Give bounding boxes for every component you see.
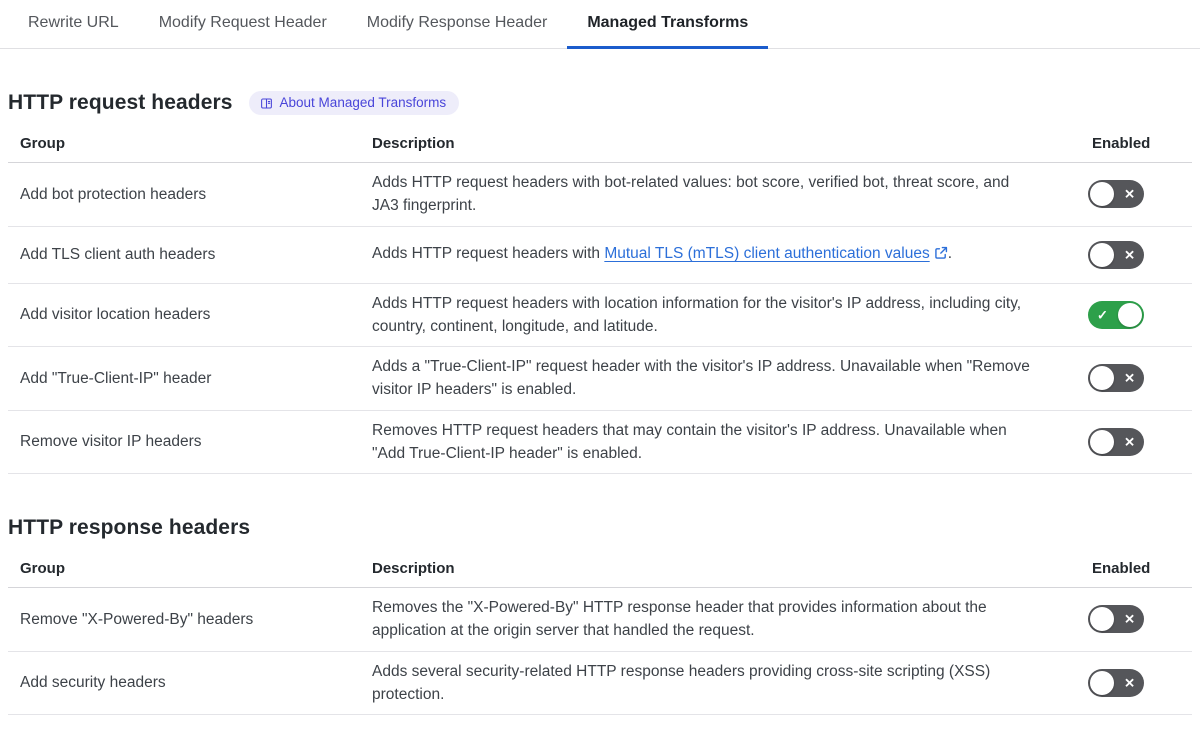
tab-managed-transforms[interactable]: Managed Transforms	[567, 0, 769, 49]
row-group-label: Remove "X-Powered-By" headers	[20, 610, 254, 628]
tab-modify-request-header[interactable]: Modify Request Header	[139, 0, 347, 49]
description-text: Adds HTTP request headers with	[372, 244, 605, 262]
book-icon	[260, 97, 273, 110]
table-row: Add "True-Client-IP" header Adds a "True…	[8, 347, 1192, 411]
toggle-remove-x-powered-by-headers[interactable]: ✓ ✕	[1088, 605, 1144, 634]
badge-label: About Managed Transforms	[279, 95, 447, 111]
column-header-enabled: Enabled	[1092, 135, 1151, 153]
x-icon: ✕	[1124, 186, 1135, 202]
tab-rewrite-url[interactable]: Rewrite URL	[8, 0, 139, 49]
row-description: Removes HTTP request headers that may co…	[372, 421, 1007, 462]
toggle-knob	[1090, 242, 1114, 267]
column-header-description: Description	[372, 135, 455, 153]
request-section-title: HTTP request headers	[8, 91, 233, 114]
row-description: Adds several security-related HTTP respo…	[372, 662, 991, 703]
table-header-row: Group Description Enabled	[8, 127, 1192, 163]
table-header-row: Group Description Enabled	[8, 552, 1192, 588]
row-description: Adds HTTP request headers with location …	[372, 294, 1022, 335]
row-group-label: Add "True-Client-IP" header	[20, 369, 212, 387]
table-row: Add visitor location headers Adds HTTP r…	[8, 284, 1192, 347]
toggle-add-tls-client-auth-headers[interactable]: ✓ ✕	[1088, 240, 1144, 269]
tab-bar: Rewrite URL Modify Request Header Modify…	[0, 0, 1200, 49]
toggle-add-bot-protection-headers[interactable]: ✓ ✕	[1088, 180, 1144, 209]
toggle-knob	[1090, 607, 1114, 632]
x-icon: ✕	[1124, 370, 1135, 386]
external-link-icon[interactable]	[934, 244, 948, 267]
toggle-remove-visitor-ip-headers[interactable]: ✓ ✕	[1088, 427, 1144, 456]
table-row: Remove "X-Powered-By" headers Removes th…	[8, 588, 1192, 652]
about-managed-transforms-badge[interactable]: About Managed Transforms	[248, 91, 460, 115]
toggle-knob	[1118, 302, 1142, 327]
x-icon: ✕	[1124, 247, 1135, 262]
toggle-knob	[1090, 670, 1114, 695]
toggle-knob	[1090, 366, 1114, 391]
mtls-docs-link[interactable]: Mutual TLS (mTLS) client authentication …	[604, 245, 929, 262]
tab-modify-response-header[interactable]: Modify Response Header	[347, 0, 568, 49]
toggle-add-security-headers[interactable]: ✓ ✕	[1088, 668, 1144, 697]
row-description: Adds a "True-Client-IP" request header w…	[372, 358, 1030, 399]
table-row: Add bot protection headers Adds HTTP req…	[8, 163, 1192, 227]
response-headers-table: Group Description Enabled Remove "X-Powe…	[8, 552, 1192, 715]
check-icon: ✓	[1097, 307, 1108, 323]
description-text: .	[947, 244, 953, 262]
toggle-add-true-client-ip-header[interactable]: ✓ ✕	[1088, 364, 1144, 393]
row-description: Adds HTTP request headers with bot-relat…	[372, 174, 1010, 215]
x-icon: ✕	[1124, 675, 1135, 691]
request-headers-table: Group Description Enabled Add bot protec…	[8, 127, 1192, 474]
table-row: Remove visitor IP headers Removes HTTP r…	[8, 411, 1192, 474]
x-icon: ✕	[1124, 434, 1135, 450]
row-group-label: Add visitor location headers	[20, 306, 211, 324]
response-section-header: HTTP response headers	[8, 516, 1192, 540]
toggle-add-visitor-location-headers[interactable]: ✓ ✕	[1088, 300, 1144, 329]
column-header-group: Group	[20, 560, 65, 578]
row-group-label: Add bot protection headers	[20, 185, 207, 203]
row-group-label: Add TLS client auth headers	[20, 245, 216, 263]
toggle-knob	[1090, 182, 1114, 207]
row-group-label: Remove visitor IP headers	[20, 433, 202, 451]
table-row: Add TLS client auth headers Adds HTTP re…	[8, 227, 1192, 284]
row-description: Adds HTTP request headers with Mutual TL…	[360, 242, 1080, 267]
column-header-group: Group	[20, 135, 65, 153]
response-section-title: HTTP response headers	[8, 516, 251, 539]
request-section-header: HTTP request headers About Managed Trans…	[8, 91, 1192, 115]
row-group-label: Add security headers	[20, 674, 166, 692]
table-row: Add security headers Adds several securi…	[8, 652, 1192, 715]
toggle-knob	[1090, 429, 1114, 454]
row-description: Removes the "X-Powered-By" HTTP response…	[372, 599, 987, 640]
x-icon: ✕	[1124, 611, 1135, 627]
column-header-enabled: Enabled	[1092, 560, 1151, 578]
column-header-description: Description	[372, 560, 455, 578]
